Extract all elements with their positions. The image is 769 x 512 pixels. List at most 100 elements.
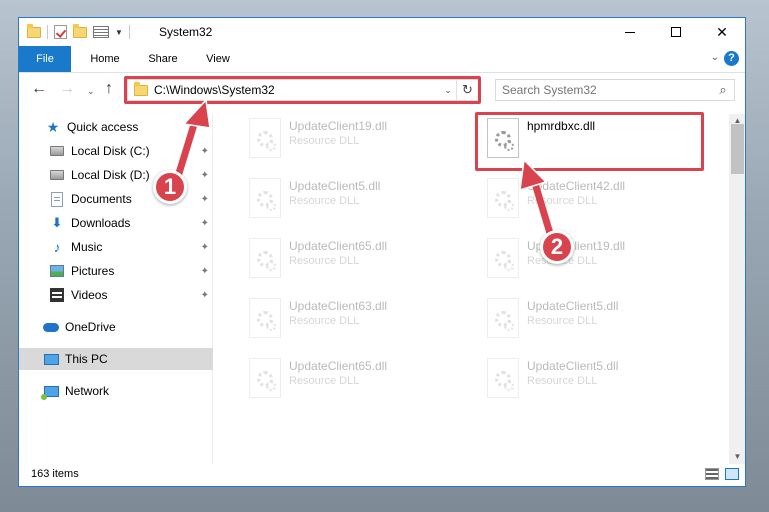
sidebar-item-pictures[interactable]: Pictures ✦ bbox=[19, 260, 213, 282]
sidebar-item-network[interactable]: Network bbox=[19, 380, 213, 402]
file-type: Resource DLL bbox=[289, 195, 360, 207]
sidebar-item-this-pc[interactable]: This PC bbox=[19, 348, 213, 370]
up-arrow-icon[interactable]: ↑ bbox=[105, 81, 113, 97]
dll-file-icon bbox=[487, 358, 519, 398]
toolbar-divider bbox=[128, 25, 130, 39]
pin-icon[interactable]: ✦ bbox=[201, 266, 209, 277]
address-highlight-box bbox=[124, 76, 481, 104]
dll-file-icon bbox=[249, 358, 281, 398]
sidebar-item-label: OneDrive bbox=[65, 320, 116, 334]
pin-icon[interactable]: ✦ bbox=[201, 290, 209, 301]
maximize-icon bbox=[671, 27, 681, 37]
new-folder-icon[interactable] bbox=[73, 23, 87, 38]
step-2-badge: 2 bbox=[540, 230, 574, 264]
toolbar-divider bbox=[47, 25, 48, 39]
sidebar-item-label: Quick access bbox=[67, 120, 139, 134]
recent-locations-icon[interactable]: ⌄ bbox=[87, 83, 95, 99]
file-item[interactable]: UpdateClient5.dll Resource DLL bbox=[241, 174, 471, 226]
sidebar-item-downloads[interactable]: ⬇ Downloads ✦ bbox=[19, 212, 213, 234]
download-icon: ⬇ bbox=[51, 215, 63, 230]
pin-icon[interactable]: ✦ bbox=[201, 170, 209, 181]
file-name: UpdateClient65.dll bbox=[289, 239, 388, 253]
file-type: Resource DLL bbox=[289, 255, 360, 267]
search-box[interactable]: ⌕ bbox=[495, 79, 735, 101]
tab-share[interactable]: Share bbox=[139, 46, 187, 72]
file-name: UpdateClient5.dll bbox=[527, 299, 619, 313]
file-item[interactable]: UpdateClient65.dll Resource DLL bbox=[241, 234, 471, 286]
sidebar-item-onedrive[interactable]: OneDrive bbox=[19, 316, 213, 338]
sidebar-item-label: Videos bbox=[71, 288, 108, 302]
search-input[interactable] bbox=[502, 83, 712, 97]
pin-icon[interactable]: ✦ bbox=[201, 146, 209, 157]
maximize-button[interactable] bbox=[653, 18, 699, 46]
file-item[interactable]: UpdateClient5.dll Resource DLL bbox=[479, 294, 709, 346]
navigation-bar: ← → ⌄ ↑ C:\Windows\System32 ⌄ ↻ ⌕ bbox=[19, 73, 745, 107]
window-title: System32 bbox=[159, 25, 213, 39]
toolbar-properties-icon[interactable] bbox=[93, 26, 109, 38]
large-icons-view-icon[interactable] bbox=[725, 468, 739, 480]
sidebar-item-label: Pictures bbox=[71, 264, 115, 278]
customize-toolbar-dropdown-icon[interactable]: ▼ bbox=[115, 28, 123, 37]
dll-file-icon bbox=[487, 178, 519, 218]
sidebar-item-music[interactable]: ♪ Music ✦ bbox=[19, 236, 213, 258]
sidebar-item-label: This PC bbox=[65, 352, 108, 366]
file-item[interactable]: UpdateClient19.dll Resource DLL bbox=[241, 114, 471, 166]
explorer-window: ▼ System32 ✕ File Home Share View ⌄ ? ← … bbox=[18, 17, 746, 487]
sidebar-item-local-disk-c[interactable]: Local Disk (C:) ✦ bbox=[19, 140, 213, 162]
tab-home[interactable]: Home bbox=[81, 46, 129, 72]
file-type: Resource DLL bbox=[527, 375, 598, 387]
sidebar-item-label: Local Disk (D:) bbox=[71, 168, 150, 182]
file-type: Resource DLL bbox=[527, 315, 598, 327]
file-item[interactable]: UpdateClient63.dll Resource DLL bbox=[241, 294, 471, 346]
sidebar-item-label: Network bbox=[65, 384, 110, 398]
help-icon[interactable]: ? bbox=[724, 51, 739, 66]
cloud-icon bbox=[43, 319, 59, 335]
disk-icon bbox=[49, 143, 65, 159]
dll-file-icon bbox=[249, 298, 281, 338]
sidebar-item-quick-access[interactable]: ★ Quick access bbox=[19, 116, 213, 138]
navigation-pane: ★ Quick access Local Disk (C:) ✦ Local D… bbox=[19, 114, 213, 464]
folder-icon[interactable] bbox=[27, 23, 41, 38]
dll-file-icon bbox=[487, 298, 519, 338]
tab-file[interactable]: File bbox=[19, 46, 71, 72]
pin-icon[interactable]: ✦ bbox=[201, 218, 209, 229]
file-item[interactable]: UpdateClient19.dll Resource DLL bbox=[479, 234, 709, 286]
tab-view[interactable]: View bbox=[197, 46, 239, 72]
documents-icon bbox=[49, 191, 65, 207]
sidebar-item-label: Documents bbox=[71, 192, 132, 206]
minimize-button[interactable] bbox=[607, 18, 653, 46]
status-bar: 163 items bbox=[19, 464, 745, 486]
video-icon bbox=[49, 287, 65, 303]
vertical-scrollbar[interactable]: ▲ ▼ bbox=[729, 114, 745, 464]
scroll-down-icon[interactable]: ▼ bbox=[729, 450, 745, 464]
sidebar-item-label: Downloads bbox=[71, 216, 131, 230]
file-name: UpdateClient65.dll bbox=[289, 359, 388, 373]
file-type: Resource DLL bbox=[289, 135, 360, 147]
forward-arrow-icon[interactable]: → bbox=[59, 81, 75, 97]
sidebar-item-videos[interactable]: Videos ✦ bbox=[19, 284, 213, 306]
close-button[interactable]: ✕ bbox=[699, 18, 745, 46]
pictures-icon bbox=[49, 263, 65, 279]
pin-icon[interactable]: ✦ bbox=[201, 242, 209, 253]
file-type: Resource DLL bbox=[289, 315, 360, 327]
file-name: UpdateClient5.dll bbox=[289, 179, 381, 193]
back-arrow-icon[interactable]: ← bbox=[31, 81, 47, 97]
ribbon: File Home Share View ⌄ ? bbox=[19, 46, 745, 73]
scrollbar-thumb[interactable] bbox=[731, 124, 744, 174]
file-item[interactable]: UpdateClient42.dll Resource DLL bbox=[479, 174, 709, 226]
expand-ribbon-icon[interactable]: ⌄ bbox=[711, 52, 719, 63]
file-type: Resource DLL bbox=[527, 195, 598, 207]
disk-icon bbox=[49, 167, 65, 183]
search-icon[interactable]: ⌕ bbox=[712, 82, 734, 98]
file-item[interactable]: UpdateClient65.dll Resource DLL bbox=[241, 354, 471, 406]
file-name: UpdateClient19.dll bbox=[289, 119, 388, 133]
details-view-icon[interactable] bbox=[705, 468, 719, 480]
dll-file-icon bbox=[249, 238, 281, 278]
file-item[interactable]: UpdateClient5.dll Resource DLL bbox=[479, 354, 709, 406]
step-1-badge: 1 bbox=[153, 170, 187, 204]
minimize-icon bbox=[625, 31, 635, 33]
file-name: UpdateClient63.dll bbox=[289, 299, 388, 313]
file-name: UpdateClient5.dll bbox=[527, 359, 619, 373]
pin-icon[interactable]: ✦ bbox=[201, 194, 209, 205]
properties-check-icon[interactable] bbox=[54, 25, 67, 39]
